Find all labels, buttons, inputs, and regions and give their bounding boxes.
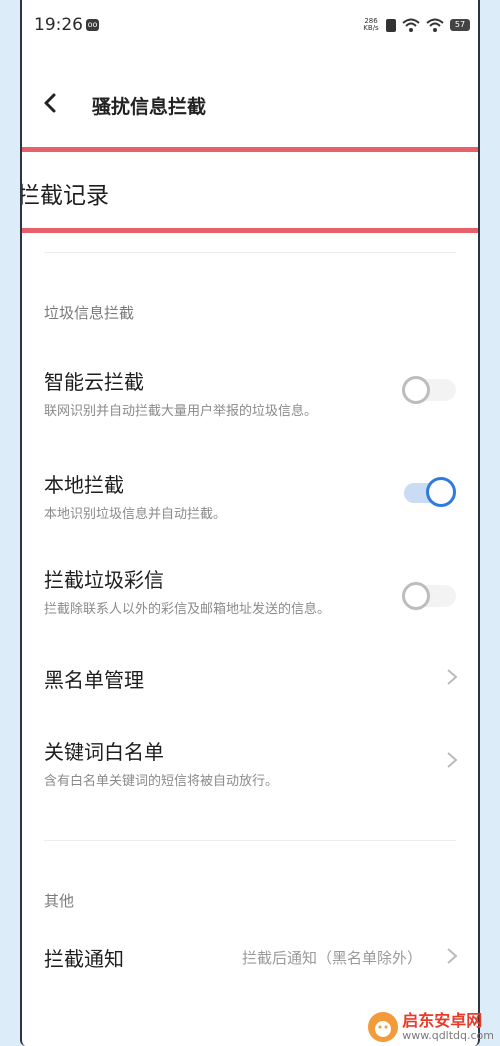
- chevron-right-icon: [447, 948, 458, 964]
- local-intercept-row[interactable]: 本地拦截 本地识别垃圾信息并自动拦截。: [44, 469, 458, 523]
- keyword-whitelist-subtitle: 含有白名单关键词的短信将被自动放行。: [44, 774, 279, 789]
- sim-icon: [386, 18, 396, 32]
- smart-cloud-title: 智能云拦截: [44, 370, 144, 394]
- signal-wifi-icon: [402, 18, 420, 32]
- intercept-record-label: 拦截记录: [20, 183, 109, 209]
- divider: [44, 840, 456, 841]
- app-notification-icon: oo: [86, 19, 99, 31]
- back-arrow-icon[interactable]: [40, 92, 62, 114]
- blacklist-title: 黑名单管理: [44, 668, 144, 692]
- keyword-whitelist-row[interactable]: 关键词白名单 含有白名单关键词的短信将被自动放行。: [44, 736, 458, 790]
- chevron-right-icon: [447, 752, 458, 768]
- wifi-icon: [426, 18, 444, 32]
- intercept-notification-value: 拦截后通知（黑名单除外）: [241, 949, 422, 967]
- keyword-whitelist-title: 关键词白名单: [44, 740, 164, 764]
- status-time: 19:26: [34, 15, 83, 35]
- spam-mms-toggle[interactable]: [402, 580, 458, 612]
- phone-screen: 19:26 oo 286 KB/s 57 骚扰信息拦截 拦截记录 垃圾信息拦截 …: [20, 0, 480, 1046]
- nav-bar: 骚扰信息拦截: [22, 78, 478, 130]
- smart-cloud-intercept-row[interactable]: 智能云拦截 联网识别并自动拦截大量用户举报的垃圾信息。: [44, 366, 458, 420]
- status-bar: 19:26 oo 286 KB/s 57: [22, 0, 478, 52]
- other-section-header: 其他: [44, 892, 75, 910]
- blacklist-row[interactable]: 黑名单管理: [44, 664, 458, 693]
- toggle-knob: [402, 376, 430, 404]
- local-intercept-title: 本地拦截: [44, 473, 124, 497]
- network-speed: 286 KB/s: [363, 17, 379, 32]
- local-intercept-subtitle: 本地识别垃圾信息并自动拦截。: [44, 507, 227, 522]
- intercept-notification-row[interactable]: 拦截通知 拦截后通知（黑名单除外）: [44, 943, 458, 972]
- page-title: 骚扰信息拦截: [92, 96, 207, 118]
- chevron-right-icon: [447, 669, 458, 685]
- watermark-logo-icon: [368, 1012, 399, 1042]
- status-icons: 286 KB/s 57: [362, 16, 470, 34]
- android-logo-icon: [369, 1013, 398, 1041]
- intercept-record-row[interactable]: 拦截记录: [20, 147, 478, 233]
- spam-mms-intercept-row[interactable]: 拦截垃圾彩信 拦截除联系人以外的彩信及邮箱地址发送的信息。: [44, 564, 458, 618]
- smart-cloud-subtitle: 联网识别并自动拦截大量用户举报的垃圾信息。: [44, 404, 318, 419]
- spam-section-header: 垃圾信息拦截: [44, 304, 135, 322]
- watermark-text: 启东安卓网 www.qdltdq.com: [402, 1012, 494, 1042]
- smart-cloud-toggle[interactable]: [402, 374, 458, 406]
- divider: [44, 252, 456, 253]
- watermark-url: www.qdltdq.com: [402, 1029, 494, 1042]
- spam-mms-subtitle: 拦截除联系人以外的彩信及邮箱地址发送的信息。: [44, 602, 331, 617]
- toggle-knob: [426, 477, 456, 507]
- watermark-title: 启东安卓网: [402, 1011, 483, 1030]
- battery-icon: 57: [450, 19, 470, 31]
- toggle-knob: [402, 582, 430, 610]
- local-intercept-toggle[interactable]: [402, 477, 458, 509]
- site-watermark: 启东安卓网 www.qdltdq.com: [368, 1012, 494, 1042]
- spam-mms-title: 拦截垃圾彩信: [44, 568, 164, 592]
